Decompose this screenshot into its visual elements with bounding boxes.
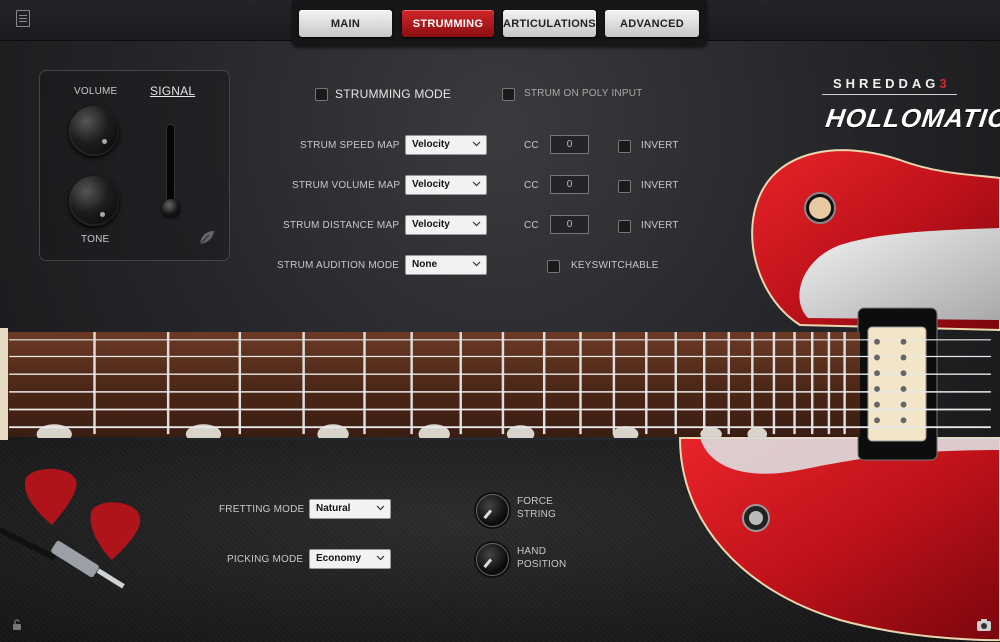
brand-shreddage-prefix: SHREDDAG <box>833 76 940 91</box>
chevron-down-icon <box>376 555 385 561</box>
brand-divider <box>822 94 957 95</box>
fretboard <box>9 331 991 438</box>
fretting-mode-value: Natural <box>316 503 351 514</box>
force-string-label-1: FORCE <box>517 496 553 507</box>
force-string-knob[interactable] <box>476 494 509 527</box>
brand-shreddage: SHREDDAG3 <box>833 76 951 91</box>
picking-mode-dropdown[interactable]: Economy <box>309 549 391 569</box>
fretting-mode-dropdown[interactable]: Natural <box>309 499 391 519</box>
lock-icon[interactable] <box>11 619 23 631</box>
hand-position-label-1: HAND <box>517 546 547 557</box>
hand-position-label-2: POSITION <box>517 559 567 570</box>
picks-and-cable-decoration <box>0 468 141 589</box>
brand-shreddage-suffix: 3 <box>939 76 951 91</box>
fretting-mode-label: FRETTING MODE <box>219 504 305 515</box>
picking-mode-value: Economy <box>316 553 362 564</box>
shreddage-hollomatic-window: MAIN STRUMMING ARTICULATIONS ADVANCED VO… <box>0 0 1000 642</box>
picking-mode-label: PICKING MODE <box>227 554 304 565</box>
hand-position-knob[interactable] <box>476 543 509 576</box>
camera-icon[interactable] <box>976 618 992 632</box>
chevron-down-icon <box>376 505 385 511</box>
force-string-label-2: STRING <box>517 509 556 520</box>
brand-hollomatic: HOLLOMATIC <box>823 103 1000 133</box>
